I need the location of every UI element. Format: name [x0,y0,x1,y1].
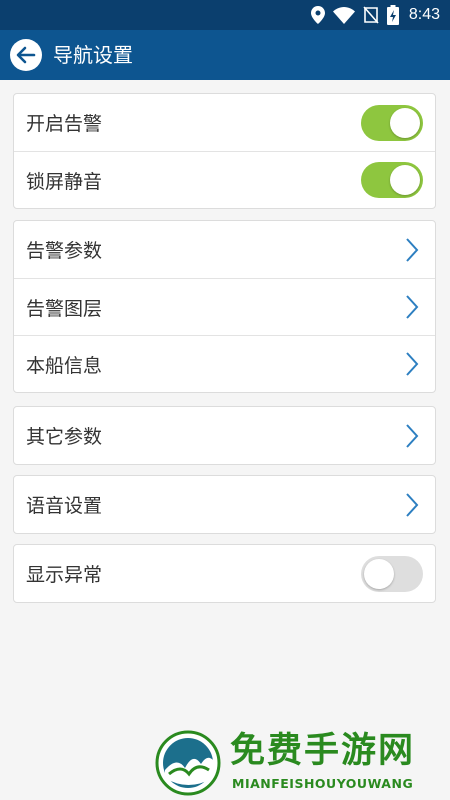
app-bar: 导航设置 [0,30,450,80]
setting-label: 显示异常 [26,564,103,586]
enable-alarm-toggle[interactable] [361,104,423,141]
setting-label: 锁屏静音 [26,170,103,193]
setting-row-show-errors: 显示异常 [14,545,435,602]
setting-label: 告警参数 [26,240,103,262]
wifi-icon [332,6,355,24]
watermark: 免费手游网 MIANFEISHOUYOUWANG [150,728,445,798]
settings-group-other: 其它参数 [13,406,436,465]
settings-group-params: 告警参数 告警图层 本船信息 [13,220,436,393]
chevron-right-icon [406,492,419,517]
status-icons: 8:43 [310,0,440,30]
chevron-right-icon [406,423,419,448]
page-title: 导航设置 [53,43,133,67]
watermark-title: 免费手游网 [230,731,416,771]
location-icon [310,6,325,24]
watermark-logo-icon [155,730,221,796]
status-bar: 8:43 [0,0,450,30]
battery-charging-icon [386,5,399,25]
lock-mute-toggle[interactable] [361,162,423,198]
settings-group-voice: 语音设置 [13,475,436,534]
setting-label: 告警图层 [26,297,103,320]
toggle-knob [364,558,394,589]
setting-row-ship-info[interactable]: 本船信息 [14,335,435,392]
status-time: 8:43 [408,6,440,23]
show-errors-toggle[interactable] [361,555,423,592]
setting-row-alarm-params[interactable]: 告警参数 [14,221,435,278]
chevron-right-icon [406,295,419,319]
setting-row-alarm-layers[interactable]: 告警图层 [14,278,435,335]
setting-row-other-params[interactable]: 其它参数 [14,407,435,464]
chevron-right-icon [406,237,419,262]
settings-group-display: 显示异常 [13,544,436,603]
back-arrow-icon [16,46,36,64]
back-button[interactable] [10,39,42,71]
settings-group-alarm: 开启告警 锁屏静音 [13,93,436,209]
setting-row-voice-settings[interactable]: 语音设置 [14,476,435,533]
toggle-knob [390,165,420,195]
setting-label: 本船信息 [26,354,103,377]
setting-row-lock-mute: 锁屏静音 [14,151,435,208]
setting-label: 语音设置 [26,495,103,517]
chevron-right-icon [406,352,419,376]
setting-row-enable-alarm: 开启告警 [14,94,435,151]
setting-label: 其它参数 [26,426,103,448]
toggle-knob [390,107,420,138]
no-sim-icon [363,6,379,24]
setting-label: 开启告警 [26,113,103,135]
watermark-subtitle: MIANFEISHOUYOUWANG [232,776,414,791]
